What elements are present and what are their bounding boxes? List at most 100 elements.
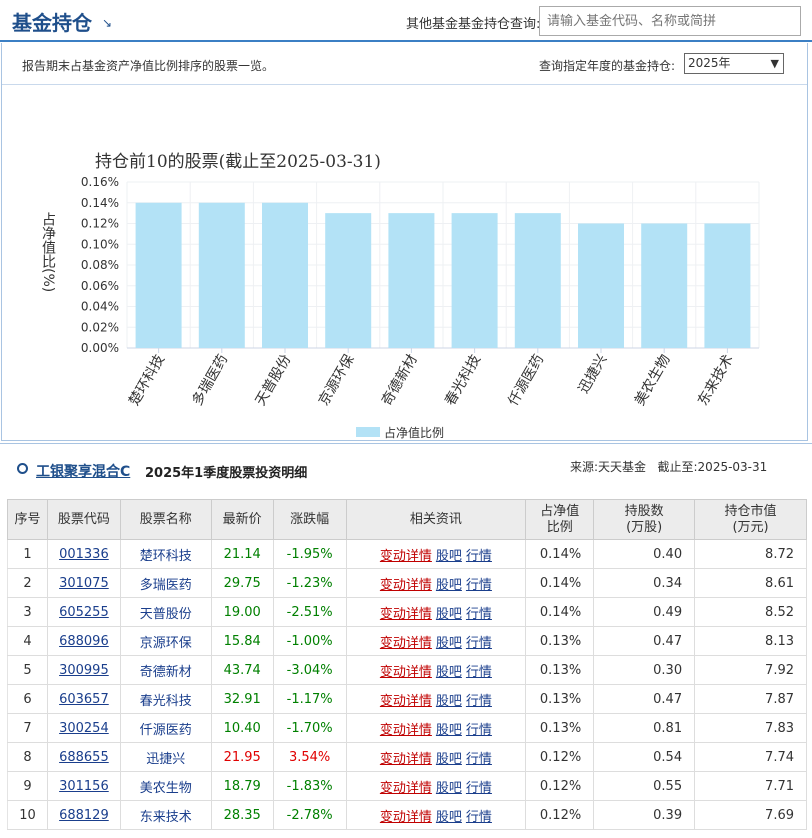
row-number: 4 [7, 626, 48, 656]
quote-link[interactable]: 行情 [466, 578, 492, 593]
stock-forum-link[interactable]: 股吧 [436, 723, 462, 738]
change-detail-link[interactable]: 变动详情 [380, 607, 432, 622]
x-tick-label: 奇德新材 [378, 352, 421, 409]
stock-name-cell: 仟源医药 [119, 713, 212, 743]
x-tick-label: 京源环保 [316, 352, 358, 408]
price-change: -3.04% [272, 655, 347, 685]
market-value: 8.13 [694, 626, 807, 656]
stock-forum-link[interactable]: 股吧 [436, 810, 462, 825]
bar [451, 213, 498, 348]
stock-forum-link[interactable]: 股吧 [436, 578, 462, 593]
year-select[interactable]: 2025年 ▼ [684, 53, 784, 74]
shares-held: 0.34 [593, 568, 696, 598]
change-detail-link[interactable]: 变动详情 [380, 781, 432, 796]
row-number: 10 [7, 800, 48, 830]
as-of-date: 截止至:2025-03-31 [657, 460, 768, 474]
change-detail-link[interactable]: 变动详情 [380, 723, 432, 738]
related-links-cell: 变动详情 股吧 行情 [345, 800, 527, 830]
stock-code-cell: 300995 [46, 655, 121, 685]
stock-code-cell: 301156 [46, 771, 121, 801]
related-links-cell: 变动详情 股吧 行情 [345, 626, 527, 656]
stock-code-link[interactable]: 688096 [59, 634, 109, 649]
stock-name-link[interactable]: 迅捷兴 [146, 752, 185, 767]
stock-code-link[interactable]: 300254 [59, 721, 109, 736]
fund-header: 工银聚享混合C 2025年1季度股票投资明细 来源:天天基金 截止至:2025-… [0, 443, 812, 491]
latest-price: 18.79 [210, 771, 274, 801]
quote-link[interactable]: 行情 [466, 607, 492, 622]
quote-link[interactable]: 行情 [466, 694, 492, 709]
y-tick-label: 0.02% [81, 320, 119, 334]
quote-link[interactable]: 行情 [466, 665, 492, 680]
stock-code-link[interactable]: 300995 [59, 663, 109, 678]
table-row: 5 300995 奇德新材 43.74 -3.04% 变动详情 股吧 行情 0.13% 0.30 7… [7, 655, 807, 685]
quote-link[interactable]: 行情 [466, 810, 492, 825]
legend-label: 占净值比例 [384, 425, 444, 440]
stock-forum-link[interactable]: 股吧 [436, 694, 462, 709]
stock-code-link[interactable]: 688129 [59, 808, 109, 823]
change-detail-link[interactable]: 变动详情 [380, 752, 432, 767]
quote-link[interactable]: 行情 [466, 723, 492, 738]
related-links-cell: 变动详情 股吧 行情 [345, 771, 527, 801]
change-detail-link[interactable]: 变动详情 [380, 578, 432, 593]
stock-name-link[interactable]: 奇德新材 [140, 665, 192, 680]
quote-link[interactable]: 行情 [466, 781, 492, 796]
shares-held: 0.39 [593, 800, 696, 830]
bar [135, 202, 182, 348]
stock-name-link[interactable]: 京源环保 [140, 636, 192, 651]
quote-link[interactable]: 行情 [466, 549, 492, 564]
change-detail-link[interactable]: 变动详情 [380, 810, 432, 825]
price-change: -1.17% [272, 684, 347, 714]
stock-forum-link[interactable]: 股吧 [436, 607, 462, 622]
stock-forum-link[interactable]: 股吧 [436, 636, 462, 651]
column-header: 持仓市值 (万元) [694, 499, 807, 540]
change-detail-link[interactable]: 变动详情 [380, 665, 432, 680]
market-value: 7.69 [694, 800, 807, 830]
stock-forum-link[interactable]: 股吧 [436, 781, 462, 796]
description-bar: 报告期末占基金资产净值比例排序的股票一览。 查询指定年度的基金持仓: 2025年… [2, 43, 807, 85]
stock-code-cell: 001336 [46, 539, 121, 569]
stock-name-link[interactable]: 仟源医药 [140, 723, 192, 738]
stock-code-link[interactable]: 301156 [59, 779, 109, 794]
stock-code-cell: 603657 [46, 684, 121, 714]
stock-code-link[interactable]: 688655 [59, 750, 109, 765]
latest-price: 19.00 [210, 597, 274, 627]
stock-code-link[interactable]: 603657 [59, 692, 109, 707]
stock-code-link[interactable]: 001336 [59, 547, 109, 562]
net-value-ratio: 0.14% [525, 597, 595, 627]
stock-name-link[interactable]: 春光科技 [140, 694, 192, 709]
stock-name-link[interactable]: 美农生物 [140, 781, 192, 796]
stock-name-cell: 京源环保 [119, 626, 212, 656]
fund-name-link[interactable]: 工银聚享混合C [36, 461, 130, 481]
table-row: 3 605255 天普股份 19.00 -2.51% 变动详情 股吧 行情 0.14% 0.49 8… [7, 597, 807, 627]
price-change: -1.70% [272, 713, 347, 743]
stock-forum-link[interactable]: 股吧 [436, 665, 462, 680]
shares-held: 0.81 [593, 713, 696, 743]
market-value: 7.92 [694, 655, 807, 685]
stock-name-link[interactable]: 天普股份 [140, 607, 192, 622]
stock-code-link[interactable]: 301075 [59, 576, 109, 591]
source-info: 来源:天天基金 截止至:2025-03-31 [570, 458, 767, 475]
net-value-ratio: 0.12% [525, 742, 595, 772]
market-value: 8.52 [694, 597, 807, 627]
y-tick-label: 0.04% [81, 300, 119, 314]
fund-search-input[interactable] [539, 6, 801, 36]
change-detail-link[interactable]: 变动详情 [380, 549, 432, 564]
stock-name-link[interactable]: 楚环科技 [140, 549, 192, 564]
change-detail-link[interactable]: 变动详情 [380, 636, 432, 651]
price-change: -2.78% [272, 800, 347, 830]
stock-forum-link[interactable]: 股吧 [436, 752, 462, 767]
stock-code-cell: 605255 [46, 597, 121, 627]
stock-name-cell: 美农生物 [119, 771, 212, 801]
stock-code-link[interactable]: 605255 [59, 605, 109, 620]
related-links-cell: 变动详情 股吧 行情 [345, 568, 527, 598]
stock-forum-link[interactable]: 股吧 [436, 549, 462, 564]
change-detail-link[interactable]: 变动详情 [380, 694, 432, 709]
stock-name-link[interactable]: 东来技术 [140, 810, 192, 825]
x-tick-label: 美农生物 [632, 352, 674, 408]
quote-link[interactable]: 行情 [466, 636, 492, 651]
table-row: 9 301156 美农生物 18.79 -1.83% 变动详情 股吧 行情 0.12% 0.55 7… [7, 771, 807, 801]
quote-link[interactable]: 行情 [466, 752, 492, 767]
stock-name-link[interactable]: 多瑞医药 [140, 578, 192, 593]
price-change: -1.95% [272, 539, 347, 569]
price-change: -1.00% [272, 626, 347, 656]
